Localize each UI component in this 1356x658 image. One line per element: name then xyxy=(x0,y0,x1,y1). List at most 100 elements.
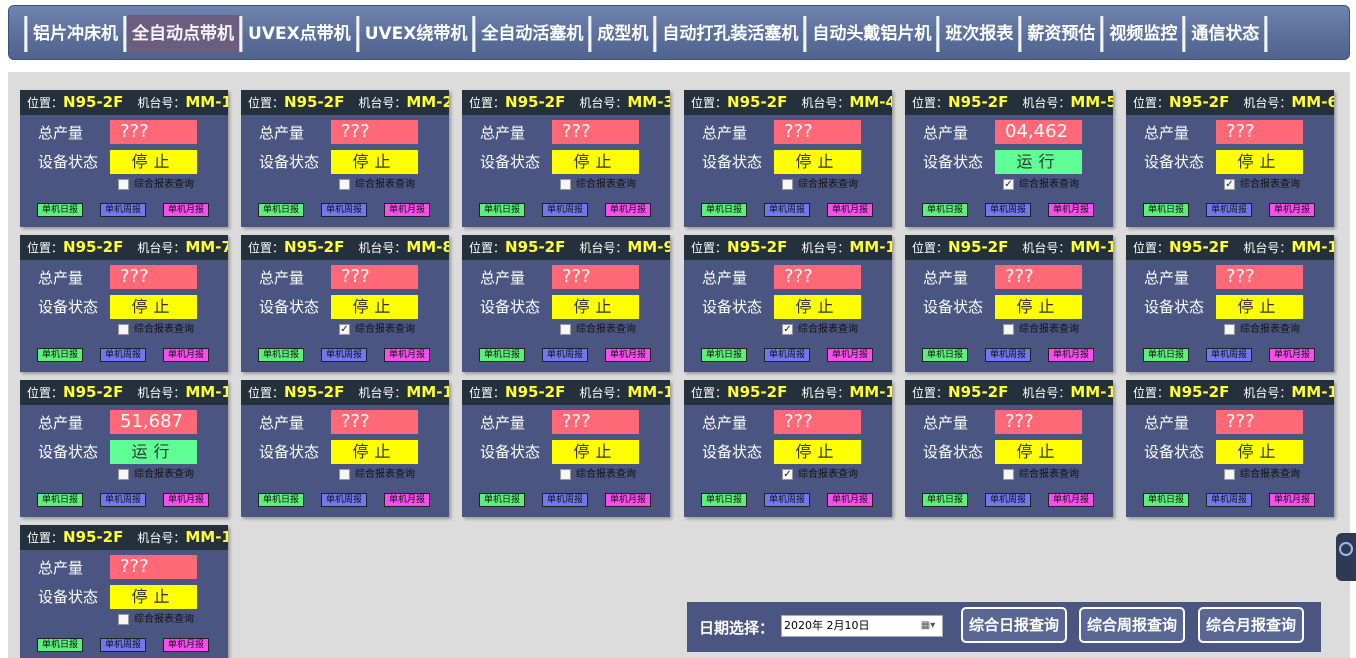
daily-report-query-button[interactable]: 综合日报查询 xyxy=(961,607,1067,643)
report-checkbox[interactable]: ✓ xyxy=(782,324,793,335)
nav-item[interactable]: 薪资预估 xyxy=(1022,15,1100,53)
weekly-report-button[interactable]: 单机周报 xyxy=(321,203,367,217)
weekly-report-button[interactable]: 单机周报 xyxy=(100,348,146,362)
daily-report-button[interactable]: 单机日报 xyxy=(37,348,83,362)
daily-report-button[interactable]: 单机日报 xyxy=(479,203,525,217)
daily-report-button[interactable]: 单机日报 xyxy=(701,493,747,507)
calendar-dropdown-icon[interactable]: ▦▾ xyxy=(916,618,940,634)
monthly-report-button[interactable]: 单机月报 xyxy=(163,493,209,507)
nav-item[interactable]: 成型机 xyxy=(592,15,653,53)
monthly-report-button[interactable]: 单机月报 xyxy=(384,203,430,217)
status-label: 设备状态 xyxy=(480,153,541,171)
daily-report-button[interactable]: 单机日报 xyxy=(1143,203,1189,217)
daily-report-button[interactable]: 单机日报 xyxy=(922,493,968,507)
daily-report-button[interactable]: 单机日报 xyxy=(1143,348,1189,362)
date-picker[interactable]: 2020年 2月10日 ▦▾ xyxy=(781,615,943,637)
report-checkbox[interactable] xyxy=(339,179,350,190)
monthly-report-button[interactable]: 单机月报 xyxy=(1048,348,1094,362)
weekly-report-button[interactable]: 单机周报 xyxy=(985,203,1031,217)
daily-report-button[interactable]: 单机日报 xyxy=(701,348,747,362)
report-checkbox[interactable] xyxy=(1003,324,1014,335)
report-checkbox[interactable] xyxy=(1224,324,1235,335)
report-checkbox[interactable] xyxy=(560,469,571,480)
weekly-report-button[interactable]: 单机周报 xyxy=(764,348,810,362)
nav-item[interactable]: 全自动点带机 xyxy=(127,15,239,53)
weekly-report-button[interactable]: 单机周报 xyxy=(542,493,588,507)
daily-report-button[interactable]: 单机日报 xyxy=(922,348,968,362)
weekly-report-button[interactable]: 单机周报 xyxy=(100,493,146,507)
nav-item[interactable]: 自动头戴铝片机 xyxy=(807,15,936,53)
monthly-report-button[interactable]: 单机月报 xyxy=(384,348,430,362)
report-checkbox[interactable] xyxy=(118,469,129,480)
daily-report-button[interactable]: 单机日报 xyxy=(258,348,304,362)
monthly-report-button[interactable]: 单机月报 xyxy=(163,348,209,362)
monthly-report-button[interactable]: 单机月报 xyxy=(827,348,873,362)
monthly-report-query-button[interactable]: 综合月报查询 xyxy=(1198,607,1304,643)
monthly-report-button[interactable]: 单机月报 xyxy=(163,638,209,652)
nav-item[interactable]: 通信状态 xyxy=(1186,15,1264,53)
weekly-report-button[interactable]: 单机周报 xyxy=(985,348,1031,362)
status-value: 停止 xyxy=(774,295,861,319)
nav-item[interactable]: UVEX绕带机 xyxy=(360,15,473,53)
location-label: 位置： xyxy=(27,241,64,255)
weekly-report-button[interactable]: 单机周报 xyxy=(1206,203,1252,217)
monthly-report-button[interactable]: 单机月报 xyxy=(1269,348,1315,362)
nav-item[interactable]: 班次报表 xyxy=(940,15,1018,53)
report-checkbox[interactable]: ✓ xyxy=(1224,179,1235,190)
weekly-report-button[interactable]: 单机周报 xyxy=(542,203,588,217)
report-checkbox[interactable] xyxy=(118,324,129,335)
monthly-report-button[interactable]: 单机月报 xyxy=(827,493,873,507)
monthly-report-button[interactable]: 单机月报 xyxy=(827,203,873,217)
weekly-report-button[interactable]: 单机周报 xyxy=(542,348,588,362)
monthly-report-button[interactable]: 单机月报 xyxy=(1048,203,1094,217)
report-checkbox[interactable] xyxy=(118,179,129,190)
report-checkbox[interactable] xyxy=(560,179,571,190)
weekly-report-button[interactable]: 单机周报 xyxy=(1206,348,1252,362)
side-collapse-tab[interactable] xyxy=(1336,533,1356,581)
nav-item[interactable]: 自动打孔装活塞机 xyxy=(657,15,803,53)
weekly-report-button[interactable]: 单机周报 xyxy=(100,203,146,217)
weekly-report-button[interactable]: 单机周报 xyxy=(1206,493,1252,507)
weekly-report-query-button[interactable]: 综合周报查询 xyxy=(1079,607,1185,643)
daily-report-button[interactable]: 单机日报 xyxy=(1143,493,1189,507)
daily-report-button[interactable]: 单机日报 xyxy=(479,348,525,362)
nav-item[interactable]: UVEX点带机 xyxy=(243,15,356,53)
daily-report-button[interactable]: 单机日报 xyxy=(922,203,968,217)
monthly-report-button[interactable]: 单机月报 xyxy=(1269,493,1315,507)
daily-report-button[interactable]: 单机日报 xyxy=(701,203,747,217)
report-checkbox[interactable]: ✓ xyxy=(339,324,350,335)
nav-item[interactable]: 全自动活塞机 xyxy=(476,15,588,53)
weekly-report-button[interactable]: 单机周报 xyxy=(985,493,1031,507)
report-checkbox[interactable] xyxy=(782,179,793,190)
monthly-report-button[interactable]: 单机月报 xyxy=(163,203,209,217)
monthly-report-button[interactable]: 单机月报 xyxy=(1048,493,1094,507)
weekly-report-button[interactable]: 单机周报 xyxy=(764,493,810,507)
monthly-report-button[interactable]: 单机月报 xyxy=(605,493,651,507)
weekly-report-button[interactable]: 单机周报 xyxy=(100,638,146,652)
daily-report-button[interactable]: 单机日报 xyxy=(258,493,304,507)
report-checkbox[interactable]: ✓ xyxy=(782,469,793,480)
report-checkbox[interactable] xyxy=(339,469,350,480)
report-checkbox-label: 综合报表查询 xyxy=(798,469,858,480)
monthly-report-button[interactable]: 单机月报 xyxy=(605,203,651,217)
weekly-report-button[interactable]: 单机周报 xyxy=(321,493,367,507)
monthly-report-button[interactable]: 单机月报 xyxy=(605,348,651,362)
monthly-report-button[interactable]: 单机月报 xyxy=(384,493,430,507)
report-checkbox[interactable] xyxy=(1003,469,1014,480)
weekly-report-button[interactable]: 单机周报 xyxy=(321,348,367,362)
status-value: 停止 xyxy=(331,295,418,319)
monthly-report-button[interactable]: 单机月报 xyxy=(1269,203,1315,217)
report-checkbox[interactable] xyxy=(118,614,129,625)
daily-report-button[interactable]: 单机日报 xyxy=(37,638,83,652)
report-checkbox[interactable] xyxy=(560,324,571,335)
report-checkbox[interactable]: ✓ xyxy=(1003,179,1014,190)
daily-report-button[interactable]: 单机日报 xyxy=(37,203,83,217)
weekly-report-button[interactable]: 单机周报 xyxy=(764,203,810,217)
nav-item[interactable]: 铝片冲床机 xyxy=(28,15,123,53)
daily-report-button[interactable]: 单机日报 xyxy=(258,203,304,217)
location-value: N95-2F xyxy=(505,238,566,256)
daily-report-button[interactable]: 单机日报 xyxy=(479,493,525,507)
nav-item[interactable]: 视频监控 xyxy=(1104,15,1182,53)
daily-report-button[interactable]: 单机日报 xyxy=(37,493,83,507)
report-checkbox[interactable] xyxy=(1224,469,1235,480)
